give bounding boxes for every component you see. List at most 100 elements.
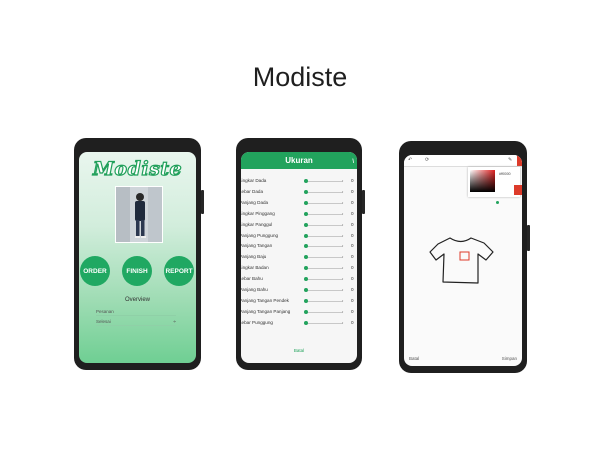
slider-thumb[interactable] <box>304 200 308 205</box>
selesai-label: Selesai <box>96 319 111 324</box>
pesanan-field[interactable]: Pesanan <box>96 309 176 316</box>
profile-photo <box>115 186 163 243</box>
measurement-row: Lingkar Panggul ‹ 0 <box>241 220 357 230</box>
measurements-screen: Ukuran \ Lingkar Dada ‹ 0 Lebar Dada ‹ 0 Panja… <box>241 152 357 363</box>
measurement-label: Panjang Punggung <box>241 232 279 238</box>
measurement-value: 0 <box>351 199 354 205</box>
stepper-icon[interactable]: ‹ <box>342 254 343 259</box>
hex-value[interactable]: #ff0000 <box>499 172 511 176</box>
stepper-icon[interactable]: ‹ <box>342 211 343 216</box>
slider-track[interactable] <box>304 202 343 204</box>
stepper-icon[interactable]: ‹ <box>342 178 343 183</box>
slider-track[interactable] <box>304 268 343 270</box>
stepper-icon[interactable]: ‹ <box>342 222 343 227</box>
slider-track[interactable] <box>304 300 343 302</box>
cancel-button[interactable]: Batal <box>409 356 419 361</box>
measurement-label: Lingkar Pinggang <box>241 210 275 216</box>
slider-track[interactable] <box>304 322 343 324</box>
slider-thumb[interactable] <box>304 179 308 183</box>
slider-track[interactable] <box>304 311 343 313</box>
chevron-icon: ÷ <box>173 319 176 325</box>
page-title: Modiste <box>252 62 348 92</box>
undo-icon[interactable]: ↶ <box>408 157 412 163</box>
stepper-icon[interactable]: ‹ <box>342 189 343 194</box>
slider-track[interactable] <box>304 257 343 259</box>
color-picker[interactable]: #ff0000 <box>468 167 520 197</box>
clear-icon[interactable]: ⟳ <box>425 157 429 163</box>
color-button[interactable] <box>517 155 522 166</box>
stepper-icon[interactable]: ‹ <box>342 320 343 325</box>
measurement-label: Lingkar Badan <box>241 265 269 271</box>
slider-thumb[interactable] <box>304 211 308 216</box>
measurement-label: Panjang Tangan Panjang <box>241 308 291 314</box>
measurement-row: Panjang Tangan Pendek ‹ 0 <box>241 296 357 306</box>
measurement-value: 0 <box>351 276 354 282</box>
measurement-row: Lingkar Pinggang ‹ 0 <box>241 209 357 219</box>
header-title: Ukuran <box>285 156 313 165</box>
order-button[interactable]: ORDER <box>80 256 110 286</box>
measurement-row: Lingkar Dada ‹ 0 <box>241 176 357 186</box>
report-button[interactable]: REPORT <box>164 256 194 286</box>
slider-thumb[interactable] <box>304 233 308 238</box>
brush-icon[interactable]: ✎ <box>508 157 512 163</box>
save-button[interactable]: Simpan <box>502 356 517 361</box>
measurement-label: Panjang Tangan <box>241 243 273 249</box>
slider-track[interactable] <box>304 290 343 291</box>
measurement-value: 0 <box>351 243 354 249</box>
slider-track[interactable] <box>304 181 343 182</box>
cancel-button[interactable]: Batal <box>241 348 357 353</box>
measurement-row: Panjang Punggung ‹ 0 <box>241 231 357 241</box>
measurement-label: Lebar Bahu <box>241 276 263 282</box>
measurement-row: Panjang Baju ‹ 0 <box>241 252 357 262</box>
measurement-label: Lingkar Dada <box>241 178 267 183</box>
slider-thumb[interactable] <box>304 320 308 325</box>
stepper-icon[interactable]: ‹ <box>342 200 343 205</box>
slider-track[interactable] <box>304 235 343 237</box>
saturation-picker[interactable] <box>470 170 495 192</box>
slider-track[interactable] <box>304 224 343 226</box>
measurement-label: Panjang Tangan Pendek <box>241 297 289 303</box>
measurement-label: Lingkar Panggul <box>241 221 273 227</box>
slider-thumb[interactable] <box>304 298 308 303</box>
slider-thumb[interactable] <box>304 288 308 292</box>
slider-thumb[interactable] <box>304 222 308 227</box>
stepper-icon[interactable]: ‹ <box>342 233 343 238</box>
picker-handle[interactable] <box>496 201 499 204</box>
slider-track[interactable] <box>304 279 343 281</box>
stepper-icon[interactable]: ‹ <box>342 243 343 248</box>
overview-heading: Overview <box>124 297 150 303</box>
measurement-value: 0 <box>351 232 354 238</box>
slider-thumb[interactable] <box>304 309 308 314</box>
stepper-icon[interactable]: ‹ <box>342 298 343 303</box>
measurement-row: Lebar Dada ‹ 0 <box>241 187 357 197</box>
stepper-icon[interactable]: ‹ <box>342 276 343 281</box>
slider-track[interactable] <box>304 213 343 215</box>
measurement-value: 0 <box>351 254 354 260</box>
selesai-field[interactable]: Selesai ÷ <box>96 319 176 326</box>
phone-side-button <box>362 190 365 214</box>
measurement-label: Panjang Dada <box>241 199 269 205</box>
slider-track[interactable] <box>304 191 343 193</box>
measurement-label: Panjang Bahu <box>241 287 268 292</box>
measurement-row: Lingkar Badan ‹ 0 <box>241 263 357 273</box>
app-logo: Modiste <box>92 157 183 180</box>
finish-button[interactable]: FINISH <box>122 256 152 286</box>
slider-thumb[interactable] <box>304 266 308 271</box>
phone-side-button <box>527 225 530 251</box>
slider-thumb[interactable] <box>304 277 308 282</box>
drawing-toolbar: ↶ ⟳ ✎ <box>404 155 522 167</box>
home-screen: Modiste ORDER FINISH REPORT Overview Pes… <box>79 152 196 363</box>
stepper-icon[interactable]: ‹ <box>342 309 343 314</box>
measurement-value: 0 <box>351 287 354 292</box>
measurement-row: Panjang Bahu ‹ 0 <box>241 285 357 295</box>
selected-color-swatch <box>514 185 522 195</box>
measurement-label: Lebar Dada <box>241 188 264 194</box>
slider-thumb[interactable] <box>304 244 308 249</box>
measurement-value: 0 <box>351 308 354 314</box>
slider-thumb[interactable] <box>304 189 308 194</box>
stepper-icon[interactable]: ‹ <box>342 265 343 270</box>
measurement-value: 0 <box>351 297 354 303</box>
slider-track[interactable] <box>304 246 343 248</box>
slider-thumb[interactable] <box>304 255 308 260</box>
stepper-icon[interactable]: ‹ <box>342 287 343 292</box>
